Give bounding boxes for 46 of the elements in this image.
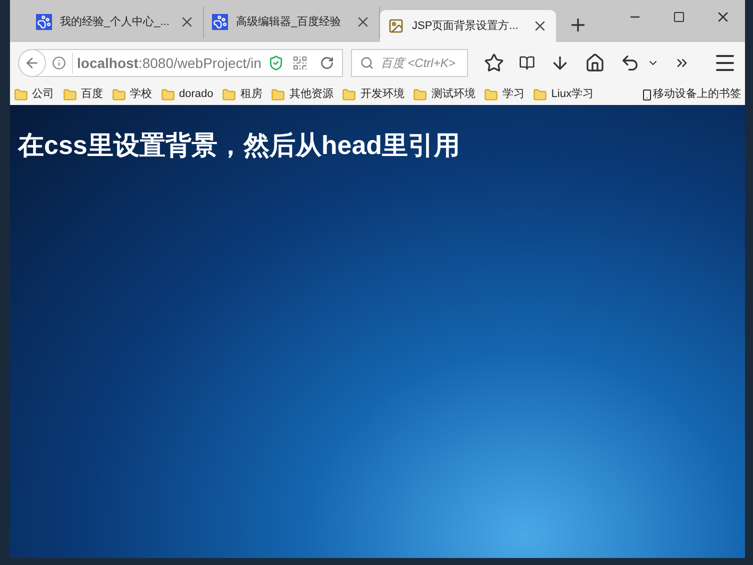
search-placeholder: 百度 <Ctrl+K> xyxy=(380,55,456,72)
bookmark-item[interactable]: dorado xyxy=(161,86,214,103)
tab-title: 高级编辑器_百度经验 xyxy=(236,14,342,30)
folder-icon xyxy=(413,88,428,102)
bookmark-item[interactable]: 学校 xyxy=(112,86,152,103)
paw-icon xyxy=(36,14,52,30)
folder-icon xyxy=(222,88,236,102)
home-icon[interactable] xyxy=(585,53,605,73)
info-icon[interactable] xyxy=(52,56,66,70)
paw-icon xyxy=(212,14,228,30)
mobile-bookmarks-item[interactable]: 移动设备上的书签 xyxy=(641,86,741,103)
tab-title: JSP页面背景设置方... xyxy=(412,18,520,34)
folder-icon xyxy=(63,88,77,102)
folder-icon xyxy=(533,88,548,102)
bookmark-item[interactable]: 公司 xyxy=(14,86,54,103)
address-bar[interactable]: localhost:8080/webProject/in xyxy=(18,49,344,77)
bookmark-item[interactable]: Liux学习 xyxy=(533,86,594,103)
folder-icon xyxy=(271,88,286,102)
bookmark-item[interactable]: 学习 xyxy=(484,86,524,103)
page-heading: 在css里设置背景，然后从head里引用 xyxy=(18,129,462,162)
browser-tab[interactable]: JSP页面背景设置方... xyxy=(380,10,556,42)
tab-title: 我的经验_个人中心_... xyxy=(60,14,170,30)
browser-tab[interactable]: 我的经验_个人中心_... xyxy=(28,6,204,38)
shield-icon[interactable] xyxy=(268,55,284,71)
bookmark-item[interactable]: 其他资源 xyxy=(271,86,334,103)
star-icon[interactable] xyxy=(484,53,504,73)
back-button[interactable] xyxy=(18,49,46,77)
search-field[interactable]: 百度 <Ctrl+K> xyxy=(351,49,468,77)
bookmark-item[interactable]: 百度 xyxy=(63,86,103,103)
qr-code-icon[interactable] xyxy=(292,55,308,71)
folder-icon xyxy=(14,88,28,102)
folder-icon xyxy=(161,88,175,102)
bookmark-item[interactable]: 开发环境 xyxy=(342,86,404,103)
folder-icon xyxy=(112,88,126,102)
folder-icon xyxy=(484,88,498,102)
search-icon xyxy=(360,56,374,70)
image-icon xyxy=(388,18,404,34)
phone-icon xyxy=(641,88,653,102)
bookmark-item[interactable]: 租房 xyxy=(222,86,262,103)
undo-icon[interactable] xyxy=(620,53,640,73)
reload-icon[interactable] xyxy=(320,56,334,70)
url-text: localhost:8080/webProject/in xyxy=(72,52,264,74)
browser-tab[interactable]: 高级编辑器_百度经验 xyxy=(204,6,380,38)
reading-list-icon[interactable] xyxy=(519,55,535,71)
bookmark-item[interactable]: 测试环境 xyxy=(413,86,476,103)
folder-icon xyxy=(342,88,356,102)
